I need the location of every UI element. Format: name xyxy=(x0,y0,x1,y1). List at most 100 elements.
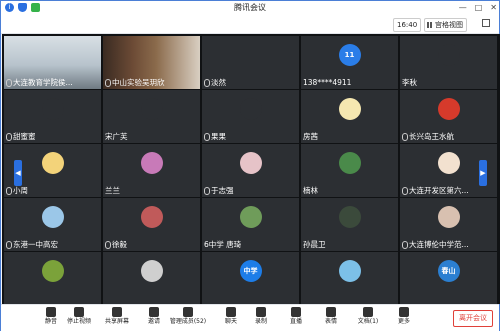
toolbar-button-label: 共享屏幕 xyxy=(104,318,129,325)
participant-name-label: 李秋 xyxy=(402,78,417,88)
maximize-button[interactable]: □ xyxy=(475,1,483,15)
camera-icon xyxy=(74,307,84,317)
participant-name-label: 中山实验吴玥欣 xyxy=(105,78,165,88)
document-button[interactable]: 文档(1) xyxy=(353,307,383,329)
participant-avatar xyxy=(41,152,64,174)
mic-icon xyxy=(402,133,408,141)
more-button[interactable]: 更多 xyxy=(389,307,419,329)
grid-view-icon xyxy=(427,22,433,28)
participant-name-label: 兰兰 xyxy=(105,186,120,196)
participant-tile[interactable]: 中学 xyxy=(202,252,299,305)
participant-avatar xyxy=(140,260,163,282)
participant-name-label: 房茜 xyxy=(303,132,318,142)
participant-name: 孙晨卫 xyxy=(303,240,326,249)
leave-meeting-button[interactable]: 离开会议 xyxy=(453,310,493,327)
participant-tile[interactable]: 11 138****4911 xyxy=(301,36,398,89)
mic-icon xyxy=(6,133,12,141)
toolbar-button-label: 管理成员(52) xyxy=(169,318,207,325)
participant-avatar xyxy=(338,206,361,228)
camera-button[interactable]: 停止视频 xyxy=(64,307,94,329)
participant-tile[interactable] xyxy=(4,252,101,305)
participant-name: 6中学 唐琦 xyxy=(204,240,242,249)
share-screen-button[interactable]: 共享屏幕 xyxy=(102,307,132,329)
mic-icon xyxy=(6,187,12,195)
next-page-button[interactable]: ▶ xyxy=(479,160,487,186)
participant-name: 徐毅 xyxy=(112,240,127,249)
participant-tile[interactable]: 孙晨卫 xyxy=(301,198,398,251)
participant-tile[interactable]: 东港一中高宏 xyxy=(4,198,101,251)
participant-avatar xyxy=(140,206,163,228)
title-bar: i 腾讯会议 — □ ✕ xyxy=(1,1,499,15)
participant-name-label: 淡然 xyxy=(204,78,226,88)
participant-tile[interactable]: 兰兰 xyxy=(103,144,200,197)
participant-tile[interactable]: 于志强 xyxy=(202,144,299,197)
emoji-button[interactable]: 表情 xyxy=(316,307,346,329)
participant-tile[interactable]: 楠林 xyxy=(301,144,398,197)
participant-name: 李秋 xyxy=(402,78,417,87)
live-button[interactable]: 直播 xyxy=(281,307,311,329)
participant-tile[interactable]: 长兴岛王水航 xyxy=(400,90,497,143)
fullscreen-icon[interactable] xyxy=(482,19,490,27)
mic-icon xyxy=(105,79,111,87)
participant-tile[interactable]: 果果 xyxy=(202,90,299,143)
participant-name: 138****4911 xyxy=(303,78,352,87)
mic-icon xyxy=(105,241,111,249)
participant-name-label: 138****4911 xyxy=(303,78,351,88)
view-mode-label: 宫格视图 xyxy=(435,21,463,29)
participant-name: 小周 xyxy=(13,186,28,195)
participant-tile[interactable]: 宋广芙 xyxy=(103,90,200,143)
participant-avatar xyxy=(338,260,361,282)
participant-name: 宋广芙 xyxy=(105,132,128,141)
mic-icon xyxy=(402,241,408,249)
participant-avatar xyxy=(239,152,262,174)
view-mode-button[interactable]: 宫格视图 xyxy=(424,18,467,32)
participant-avatar xyxy=(437,152,460,174)
participant-grid: 大连教育学院侯... 中山实验吴玥欣 淡然 11 138****4911 李秋甜蜜蜜 宋广芙… xyxy=(2,34,500,305)
participant-tile[interactable]: 淡然 xyxy=(202,36,299,89)
participant-tile[interactable]: 6中学 唐琦 xyxy=(202,198,299,251)
toolbar-button-label: 表情 xyxy=(324,318,337,325)
participant-tile[interactable] xyxy=(301,252,398,305)
participant-tile[interactable]: 徐毅 xyxy=(103,198,200,251)
mic-icon xyxy=(204,79,210,87)
participant-avatar xyxy=(41,98,64,120)
participant-tile[interactable]: 春山 xyxy=(400,252,497,305)
window-title: 腾讯会议 xyxy=(234,3,266,12)
participant-avatar xyxy=(437,44,460,66)
record-icon xyxy=(256,307,266,317)
previous-page-button[interactable]: ◀ xyxy=(14,160,22,186)
participant-tile[interactable]: 中山实验吴玥欣 xyxy=(103,36,200,89)
close-button[interactable]: ✕ xyxy=(490,1,497,15)
participant-tile[interactable]: 大连博伦中学范... xyxy=(400,198,497,251)
participant-avatar xyxy=(140,152,163,174)
participant-name: 大连博伦中学范... xyxy=(409,240,469,249)
record-button[interactable]: 录制 xyxy=(246,307,276,329)
invite-button[interactable]: 邀请 xyxy=(139,307,169,329)
participant-tile[interactable] xyxy=(103,252,200,305)
participant-name: 楠林 xyxy=(303,186,318,195)
participant-avatar: 春山 xyxy=(437,260,460,282)
participant-tile[interactable]: 大连教育学院侯... xyxy=(4,36,101,89)
participant-avatar xyxy=(239,98,262,120)
invite-icon xyxy=(149,307,159,317)
participant-name-label: 大连教育学院侯... xyxy=(6,78,73,88)
more-icon xyxy=(399,307,409,317)
participant-avatar xyxy=(239,206,262,228)
minimize-button[interactable]: — xyxy=(459,1,467,15)
participant-name: 东港一中高宏 xyxy=(13,240,58,249)
mic-icon xyxy=(6,241,12,249)
participant-name-label: 楠林 xyxy=(303,186,318,196)
participant-name: 于志强 xyxy=(211,186,234,195)
participant-tile[interactable]: 甜蜜蜜 xyxy=(4,90,101,143)
meeting-window: i 腾讯会议 — □ ✕ 16:40 宫格视图 大连教育学院侯... 中山实验吴玥… xyxy=(0,0,500,331)
members-icon xyxy=(183,307,193,317)
window-controls: — □ ✕ xyxy=(459,1,497,15)
participant-avatar xyxy=(338,98,361,120)
participant-tile[interactable]: 房茜 xyxy=(301,90,398,143)
participant-name: 兰兰 xyxy=(105,186,120,195)
members-button[interactable]: 管理成员(52) xyxy=(170,307,206,329)
participant-name: 大连开发区第六... xyxy=(409,186,469,195)
mic-icon xyxy=(204,187,210,195)
participant-tile[interactable]: 李秋 xyxy=(400,36,497,89)
participant-name: 大连教育学院侯... xyxy=(13,78,73,87)
